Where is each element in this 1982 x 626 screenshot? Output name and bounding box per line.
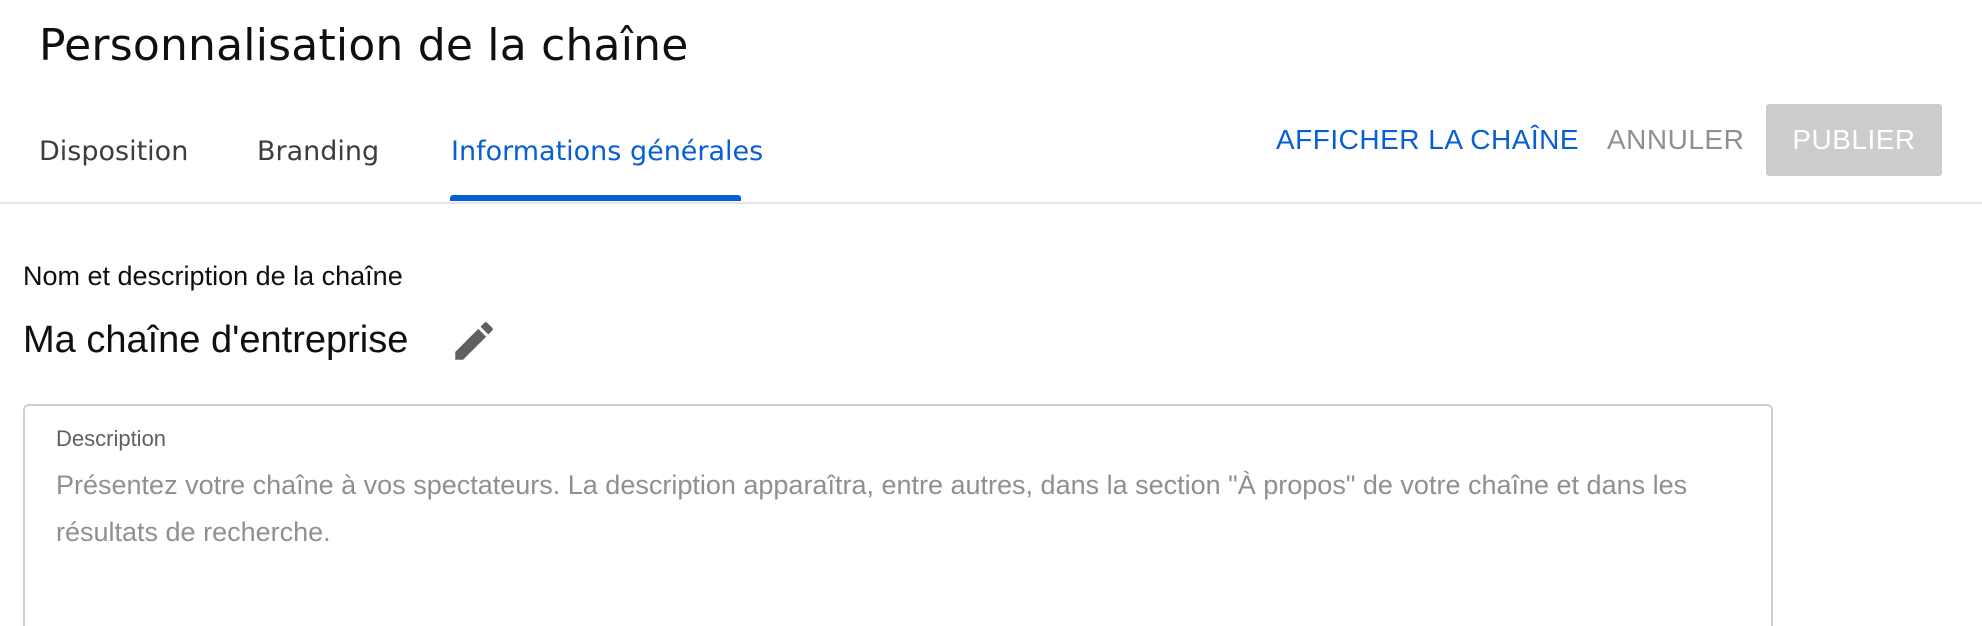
header-divider <box>0 202 1982 204</box>
pencil-icon <box>449 316 499 366</box>
page-title: Personnalisation de la chaîne <box>39 20 689 71</box>
channel-name: Ma chaîne d'entreprise <box>23 319 409 361</box>
section-label: Nom et description de la chaîne <box>23 261 403 291</box>
description-field[interactable]: Description Présentez votre chaîne à vos… <box>23 404 1773 626</box>
channel-customization-page: Personnalisation de la chaîne Dispositio… <box>0 0 1982 626</box>
active-tab-indicator <box>450 195 741 201</box>
description-placeholder: Présentez votre chaîne à vos spectateurs… <box>56 470 1688 547</box>
tab-informations-generales[interactable]: Informations générales <box>451 134 763 170</box>
tab-disposition[interactable]: Disposition <box>39 134 188 170</box>
publish-button[interactable]: PUBLIER <box>1766 104 1942 176</box>
view-channel-button[interactable]: AFFICHER LA CHAÎNE <box>1276 104 1579 176</box>
description-label: Description <box>56 426 167 451</box>
tab-branding[interactable]: Branding <box>257 134 379 170</box>
edit-channel-name-button[interactable] <box>449 316 499 366</box>
cancel-button[interactable]: ANNULER <box>1607 104 1744 176</box>
